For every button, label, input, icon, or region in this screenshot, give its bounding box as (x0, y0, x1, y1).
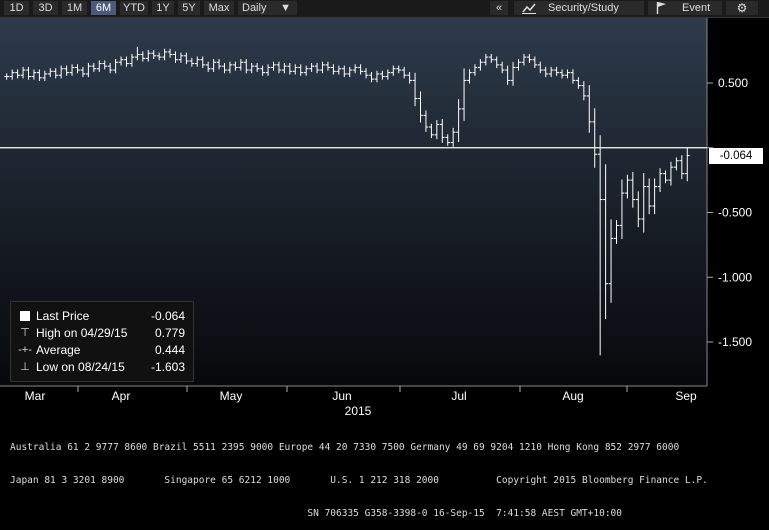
high-marker-icon: ⊤ (20, 327, 30, 339)
legend-low-label: Low on 08/24/15 (36, 360, 125, 374)
low-marker-icon: ⊥ (20, 361, 30, 373)
x-tick-label: Mar (25, 389, 46, 403)
square-marker-icon (17, 308, 33, 326)
y-tick-label: -1.500 (718, 335, 752, 349)
footer: Australia 61 2 9777 8600 Brazil 5511 239… (10, 420, 765, 530)
year-label: 2015 (345, 404, 372, 418)
legend-high-label: High on 04/29/15 (36, 326, 128, 340)
last-price-tag: -0.064 (709, 148, 763, 164)
x-axis: Mar Apr May Jun Jul Aug Sep 2015 (25, 386, 697, 418)
x-tick-label: May (220, 389, 243, 403)
footer-line-3: SN 706335 G358-3398-0 16-Sep-15 7:41:58 … (10, 508, 622, 519)
footer-line-2: Japan 81 3 3201 8900 Singapore 65 6212 1… (10, 475, 708, 486)
y-axis: 0.500 -0.500 -1.000 -1.500 (707, 76, 752, 349)
legend-average-label: Average (36, 343, 81, 357)
legend-last-price: Last Price -0.064 (17, 308, 185, 324)
legend-high-value: 0.779 (154, 326, 185, 340)
x-tick-label: Aug (562, 389, 583, 403)
legend-high: ⊤ High on 04/29/15 0.779 (17, 325, 185, 341)
average-marker-icon: -+- (18, 344, 32, 356)
y-tick-label: -0.500 (718, 206, 752, 220)
legend-last-price-label: Last Price (36, 309, 90, 323)
footer-line-1: Australia 61 2 9777 8600 Brazil 5511 239… (10, 442, 680, 453)
y-tick-label: -1.000 (718, 270, 752, 284)
x-tick-label: Jun (332, 389, 351, 403)
legend: Last Price -0.064 ⊤ High on 04/29/15 0.7… (10, 301, 194, 382)
legend-average: -+- Average 0.444 (17, 342, 185, 358)
x-tick-label: Apr (112, 389, 131, 403)
legend-last-price-value: -0.064 (150, 309, 185, 323)
legend-average-value: 0.444 (154, 343, 185, 357)
legend-low: ⊥ Low on 08/24/15 -1.603 (17, 359, 185, 375)
x-tick-label: Jul (451, 389, 466, 403)
legend-low-value: -1.603 (150, 360, 185, 374)
y-tick-label: 0.500 (718, 76, 748, 90)
x-tick-label: Sep (675, 389, 697, 403)
